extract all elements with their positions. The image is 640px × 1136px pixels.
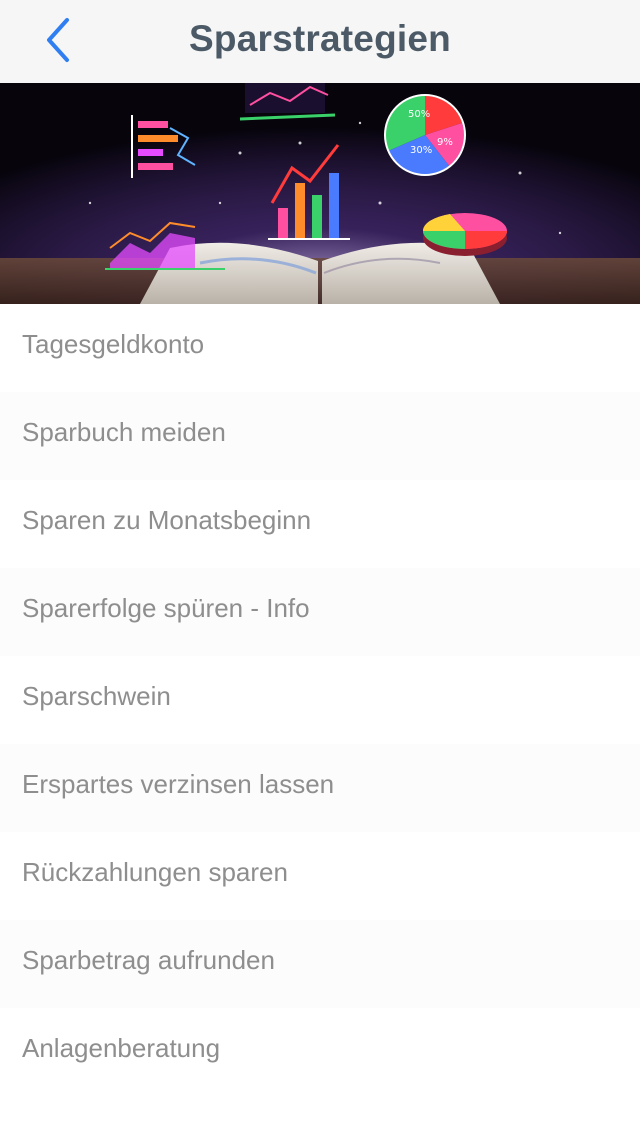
pie-chart-graphic: 50% 30% 9% — [384, 94, 466, 176]
menu-item-tagesgeldkonto[interactable]: Tagesgeldkonto — [0, 304, 640, 392]
menu-item-sparschwein[interactable]: Sparschwein — [0, 656, 640, 744]
menu-item-sparerfolge-spueren-info[interactable]: Sparerfolge spüren - Info — [0, 568, 640, 656]
svg-text:50%: 50% — [408, 109, 430, 120]
navigation-bar: Sparstrategien — [0, 0, 640, 83]
svg-text:30%: 30% — [410, 145, 432, 156]
menu-item-erspartes-verzinsen-lassen[interactable]: Erspartes verzinsen lassen — [0, 744, 640, 832]
menu-item-sparbuch-meiden[interactable]: Sparbuch meiden — [0, 392, 640, 480]
hero-banner-image: 50% 30% 9% — [0, 83, 640, 304]
page-title: Sparstrategien — [189, 18, 451, 59]
strategy-menu-list: Tagesgeldkonto Sparbuch meiden Sparen zu… — [0, 304, 640, 1096]
menu-item-sparen-zu-monatsbeginn[interactable]: Sparen zu Monatsbeginn — [0, 480, 640, 568]
menu-item-sparbetrag-aufrunden[interactable]: Sparbetrag aufrunden — [0, 920, 640, 1008]
menu-item-anlagenberatung[interactable]: Anlagenberatung — [0, 1008, 640, 1096]
menu-item-rueckzahlungen-sparen[interactable]: Rückzahlungen sparen — [0, 832, 640, 920]
svg-text:9%: 9% — [437, 137, 453, 148]
